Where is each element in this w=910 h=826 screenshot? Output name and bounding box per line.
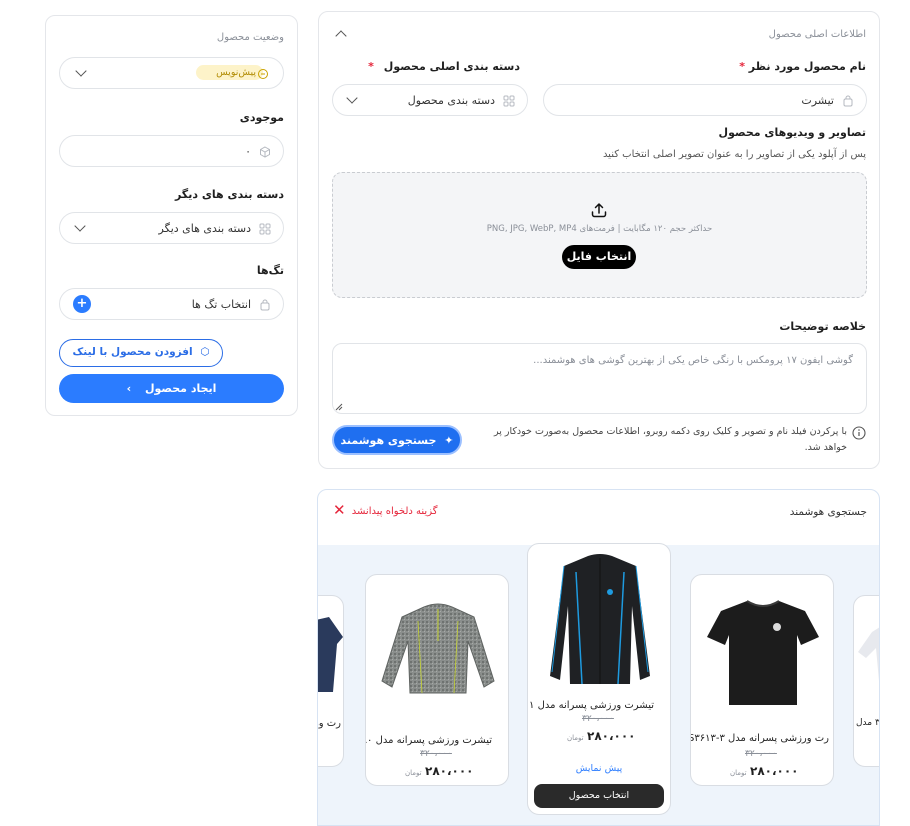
add-tag-icon[interactable]: + [73, 295, 91, 313]
status-label: وضعیت محصول [216, 32, 284, 43]
product-carousel[interactable]: رت ورزش تیشرت ورزشی پسرانه مدل ۸۰ ۳۲۰،۰۰… [318, 543, 880, 825]
product-price: ۲۸۰،۰۰۰ [587, 729, 636, 743]
product-old-price: ۳۲۰،۰۰۰ [420, 749, 452, 759]
product-title: رت ورزشی پسرانه مدل ۳-AS۳۶۱۳ [691, 733, 829, 744]
grid-icon [259, 223, 271, 235]
create-product-label: ایجاد محصول [144, 382, 217, 395]
product-image [550, 554, 650, 685]
product-old-price: ۳۲۰،۰۰۰ [582, 714, 614, 724]
chevron-down-icon [74, 220, 86, 232]
not-found-link[interactable]: ✕ گزینه دلخواه پیدانشد [333, 503, 438, 518]
media-hint: پس از آپلود یکی از تصاویر را به عنوان تص… [602, 149, 866, 160]
product-title: تیشرت ورزشی پسرانه مدل ۰۱ [528, 700, 654, 711]
stock-input[interactable]: ۰ [59, 135, 284, 167]
stock-label: موجودی [239, 111, 284, 124]
add-by-link-button[interactable]: افزودن محصول با لینک ⬡ [59, 339, 223, 367]
not-found-label: گزینه دلخواه پیدانشد [351, 505, 438, 517]
summary-placeholder: گوشی ایفون ۱۷ پرومکس با رنگی خاص یکی از … [533, 355, 853, 366]
info-icon [852, 426, 866, 440]
chevron-left-icon: ‹ [126, 382, 132, 395]
chevron-up-icon[interactable] [335, 27, 347, 42]
product-currency: تومان [730, 769, 747, 777]
product-name-field[interactable]: تیشرت [543, 84, 867, 116]
product-price: ۲۸۰،۰۰۰ [425, 764, 474, 778]
draft-icon [258, 69, 268, 79]
product-currency: تومان [567, 734, 584, 742]
product-card-edge-left[interactable]: رت ورزش [318, 595, 344, 767]
product-name-value: تیشرت [801, 94, 834, 107]
upload-limit-text: حداکثر حجم ۱۲۰ مگابایت | فرمت‌های PNG, J… [486, 224, 713, 234]
sparkle-icon: ✦ [444, 434, 454, 447]
product-price: ۲۸۰،۰۰۰ [750, 764, 799, 778]
summary-label: خلاصه توضیحات [779, 320, 866, 333]
smart-search-title: جستجوی هوشمند [789, 506, 867, 518]
product-title: رت ورزش [318, 718, 341, 729]
other-categories-label: دسته بندی های دیگر [174, 188, 284, 201]
cube-icon: ⬡ [200, 346, 210, 358]
stock-value: ۰ [245, 145, 251, 158]
product-old-price: ۳۲۰،۰۰۰ [745, 749, 777, 759]
chevron-down-icon [346, 92, 358, 104]
close-icon: ✕ [333, 501, 346, 519]
chevron-down-icon [75, 65, 87, 77]
product-title: تیشرت ورزشی پسرانه مدل ۸۰ [366, 735, 492, 746]
resize-handle-icon[interactable] [335, 403, 343, 411]
tags-label: تگ‌ها [256, 264, 284, 277]
create-product-button[interactable]: ‹ ایجاد محصول [59, 374, 284, 403]
box-icon [260, 146, 270, 158]
product-image [381, 603, 495, 694]
bag-icon [843, 95, 853, 107]
choose-file-button[interactable]: انتخاب فایل [562, 245, 636, 269]
main-category-select[interactable]: دسته بندی محصول [332, 84, 528, 116]
preview-link[interactable]: پیش نمایش [528, 763, 670, 774]
smart-search-button-label: جستجوی هوشمند [340, 434, 437, 447]
smart-search-hint: با پرکردن فیلد نام و تصویر و کلیک روی دک… [494, 426, 847, 453]
upload-dropzone[interactable]: حداکثر حجم ۱۲۰ مگابایت | فرمت‌های PNG, J… [332, 172, 867, 298]
status-badge: پیش‌نویس [196, 65, 263, 80]
add-by-link-label: افزودن محصول با لینک [72, 346, 193, 358]
media-label: تصاویر و ویدیوهای محصول [718, 126, 866, 139]
product-image [318, 617, 343, 692]
upload-icon [591, 203, 607, 218]
tags-placeholder: انتخاب تگ ها [191, 298, 251, 311]
tag-icon [260, 299, 270, 311]
main-category-placeholder: دسته بندی محصول [407, 94, 495, 107]
main-category-label: دسته بندی اصلی محصول * [368, 60, 520, 73]
sidebar-card: وضعیت محصول پیش‌نویس موجودی ۰ دسته بندی … [45, 15, 298, 416]
product-card[interactable]: تیشرت ورزشی پسرانه مدل ۸۰ ۳۲۰،۰۰۰ ۲۸۰،۰۰… [365, 574, 509, 786]
select-product-button[interactable]: انتخاب محصول [534, 784, 664, 808]
product-card-edge-right[interactable]: ۲۲ ۳۰ مدل [853, 595, 880, 767]
product-image [858, 627, 879, 681]
section-title: اطلاعات اصلی محصول [768, 29, 866, 40]
other-categories-placeholder: دسته بندی های دیگر [158, 222, 251, 235]
product-name-label: نام محصول مورد نظر * [739, 60, 866, 73]
product-currency: تومان [405, 769, 422, 777]
product-title: ۲۲ ۳۰ مدل [856, 718, 880, 728]
other-categories-select[interactable]: دسته بندی های دیگر [59, 212, 284, 244]
summary-textarea[interactable]: گوشی ایفون ۱۷ پرومکس با رنگی خاص یکی از … [332, 343, 867, 414]
status-select[interactable]: پیش‌نویس [59, 57, 284, 89]
smart-search-panel: جستجوی هوشمند ✕ گزینه دلخواه پیدانشد رت … [317, 489, 880, 826]
tags-select[interactable]: انتخاب تگ ها + [59, 288, 284, 320]
product-card[interactable]: رت ورزشی پسرانه مدل ۳-AS۳۶۱۳ ۳۲۰،۰۰۰ ۲۸۰… [690, 574, 834, 786]
smart-search-button[interactable]: جستجوی هوشمند ✦ [332, 425, 462, 455]
main-info-card: اطلاعات اصلی محصول نام محصول مورد نظر * … [318, 11, 880, 469]
grid-icon [503, 95, 515, 107]
product-card-selected[interactable]: تیشرت ورزشی پسرانه مدل ۰۱ ۳۲۰،۰۰۰ ۲۸۰،۰۰… [527, 543, 671, 815]
product-image [707, 600, 819, 705]
